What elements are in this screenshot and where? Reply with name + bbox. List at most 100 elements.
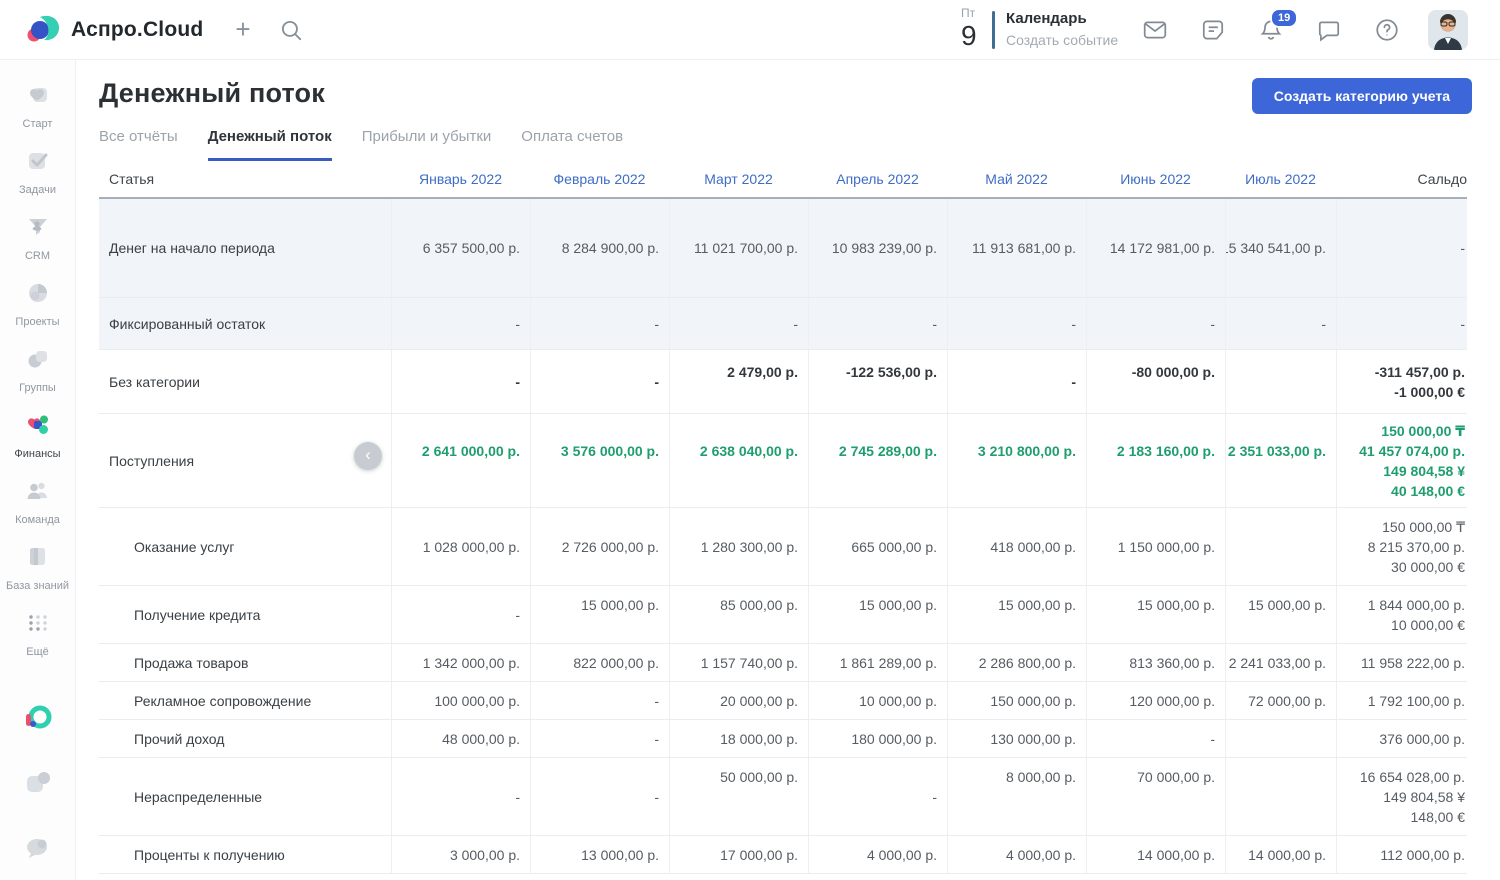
value-cell: -122 536,00 р.	[808, 350, 947, 413]
sidebar-item-label: Старт	[23, 118, 53, 131]
sidebar-item-label: Группы	[19, 382, 56, 395]
calendar-date[interactable]: Пт 9	[961, 6, 977, 52]
create-plus-button[interactable]: +	[228, 14, 258, 44]
calendar-title[interactable]: Календарь	[1006, 8, 1118, 30]
app-window: Аспро.Cloud + Пт 9 Календарь Создать соб…	[0, 0, 1500, 880]
sidebar-item-start[interactable]: Старт	[0, 74, 75, 140]
value-cell: 2 479,00 р.	[669, 350, 808, 413]
row-label[interactable]: Продажа товаров	[99, 644, 391, 681]
column-header-month[interactable]: Апрель 2022	[808, 161, 947, 197]
value-cell: -	[808, 298, 947, 349]
value-cell: 130 000,00 р.	[947, 720, 1086, 757]
table-row: Рекламное сопровождение100 000,00 р.-20 …	[99, 682, 1467, 720]
tab-inactive[interactable]: Все отчёты	[99, 128, 178, 161]
create-event-link[interactable]: Создать событие	[1006, 30, 1118, 50]
tab-inactive[interactable]: Оплата счетов	[521, 128, 623, 161]
value-cell: 15 000,00 р.	[530, 586, 669, 643]
sidebar-item-projects[interactable]: Проекты	[0, 272, 75, 338]
projects-icon	[25, 280, 51, 311]
sidebar-item-groups[interactable]: Группы	[0, 338, 75, 404]
calendar-weekday: Пт	[961, 6, 977, 20]
value-cell: -	[808, 758, 947, 835]
logo-mark-icon	[26, 11, 62, 50]
user-avatar[interactable]	[1428, 10, 1468, 50]
row-label[interactable]: Рекламное сопровождение	[99, 682, 391, 719]
value-cell	[1225, 350, 1336, 413]
logo-text: Аспро.Cloud	[71, 18, 203, 42]
value-cell: 11 021 700,00 р.	[669, 199, 808, 297]
notifications-badge: 19	[1270, 8, 1298, 28]
row-label[interactable]: Денег на начало периода	[99, 199, 391, 297]
app-logo[interactable]: Аспро.Cloud	[26, 0, 203, 60]
table-row: Фиксированный остаток--------	[99, 298, 1467, 350]
feedback-icon[interactable]	[23, 833, 53, 868]
value-cell: 1 280 300,00 р.	[669, 508, 808, 585]
notifications-bell-icon[interactable]: 19	[1258, 17, 1284, 43]
table-row: Проценты к получению3 000,00 р.13 000,00…	[99, 836, 1467, 874]
sidebar-item-label: CRM	[25, 250, 50, 263]
help-icon[interactable]	[1374, 17, 1400, 43]
value-cell: -	[530, 720, 669, 757]
sidebar-item-team[interactable]: Команда	[0, 470, 75, 536]
create-category-button[interactable]: Создать категорию учета	[1252, 78, 1472, 114]
column-header-month[interactable]: Январь 2022	[391, 161, 530, 197]
value-cell: -	[530, 298, 669, 349]
top-bar: Аспро.Cloud + Пт 9 Календарь Создать соб…	[0, 0, 1500, 60]
table-row: Оказание услуг1 028 000,00 р.2 726 000,0…	[99, 508, 1467, 586]
row-label[interactable]: Получение кредита	[99, 586, 391, 643]
sidebar-item-knowledge[interactable]: База знаний	[0, 536, 75, 602]
saldo-cell: -	[1336, 298, 1467, 349]
value-cell: 70 000,00 р.	[1086, 758, 1225, 835]
scroll-left-button[interactable]: ‹	[354, 442, 382, 470]
widget-icon[interactable]	[23, 768, 53, 803]
saldo-cell: 150 000,00 ₸8 215 370,00 р.30 000,00 €	[1336, 508, 1467, 585]
value-cell: 13 000,00 р.	[530, 836, 669, 873]
row-label[interactable]: Оказание услуг	[99, 508, 391, 585]
sidebar-item-more[interactable]: Ещё	[0, 602, 75, 668]
brand-circle-icon[interactable]	[23, 703, 53, 738]
value-cell: 15 340 541,00 р.	[1225, 199, 1336, 297]
value-cell: 8 000,00 р.	[947, 758, 1086, 835]
value-cell: 8 284 900,00 р.	[530, 199, 669, 297]
value-cell: 180 000,00 р.	[808, 720, 947, 757]
notes-icon[interactable]	[1200, 17, 1226, 43]
row-label[interactable]: Поступления	[99, 414, 391, 507]
search-icon[interactable]	[278, 17, 304, 43]
value-cell: 3 000,00 р.	[391, 836, 530, 873]
row-label[interactable]: Проценты к получению	[99, 836, 391, 873]
value-cell: 1 150 000,00 р.	[1086, 508, 1225, 585]
calendar-divider	[992, 11, 995, 49]
start-icon	[25, 82, 51, 113]
value-cell: 2 726 000,00 р.	[530, 508, 669, 585]
sidebar-item-crm[interactable]: CRM	[0, 206, 75, 272]
value-cell: 150 000,00 р.	[947, 682, 1086, 719]
value-cell: -	[1086, 298, 1225, 349]
sidebar-item-finance[interactable]: Финансы	[0, 404, 75, 470]
tab-inactive[interactable]: Прибыли и убытки	[362, 128, 492, 161]
tab-active[interactable]: Денежный поток	[208, 128, 332, 161]
column-header-month[interactable]: Май 2022	[947, 161, 1086, 197]
value-cell: 813 360,00 р.	[1086, 644, 1225, 681]
column-header-month[interactable]: Июнь 2022	[1086, 161, 1225, 197]
value-cell: -	[1086, 720, 1225, 757]
row-label[interactable]: Нераспределенные	[99, 758, 391, 835]
column-header-month[interactable]: Июль 2022	[1225, 161, 1336, 197]
value-cell: 15 000,00 р.	[947, 586, 1086, 643]
calendar-day: 9	[961, 20, 977, 52]
table-row: Прочий доход48 000,00 р.-18 000,00 р.180…	[99, 720, 1467, 758]
row-label[interactable]: Фиксированный остаток	[99, 298, 391, 349]
value-cell: 665 000,00 р.	[808, 508, 947, 585]
value-cell: 2 183 160,00 р.	[1086, 414, 1225, 507]
chat-icon[interactable]	[1316, 17, 1342, 43]
value-cell: 3 210 800,00 р.	[947, 414, 1086, 507]
row-label[interactable]: Прочий доход	[99, 720, 391, 757]
column-header-article: Статья	[99, 161, 391, 197]
value-cell: 120 000,00 р.	[1086, 682, 1225, 719]
value-cell	[1225, 758, 1336, 835]
team-icon	[25, 478, 51, 509]
sidebar-item-tasks[interactable]: Задачи	[0, 140, 75, 206]
mail-icon[interactable]	[1142, 17, 1168, 43]
column-header-month[interactable]: Март 2022	[669, 161, 808, 197]
column-header-month[interactable]: Февраль 2022	[530, 161, 669, 197]
row-label[interactable]: Без категории	[99, 350, 391, 413]
